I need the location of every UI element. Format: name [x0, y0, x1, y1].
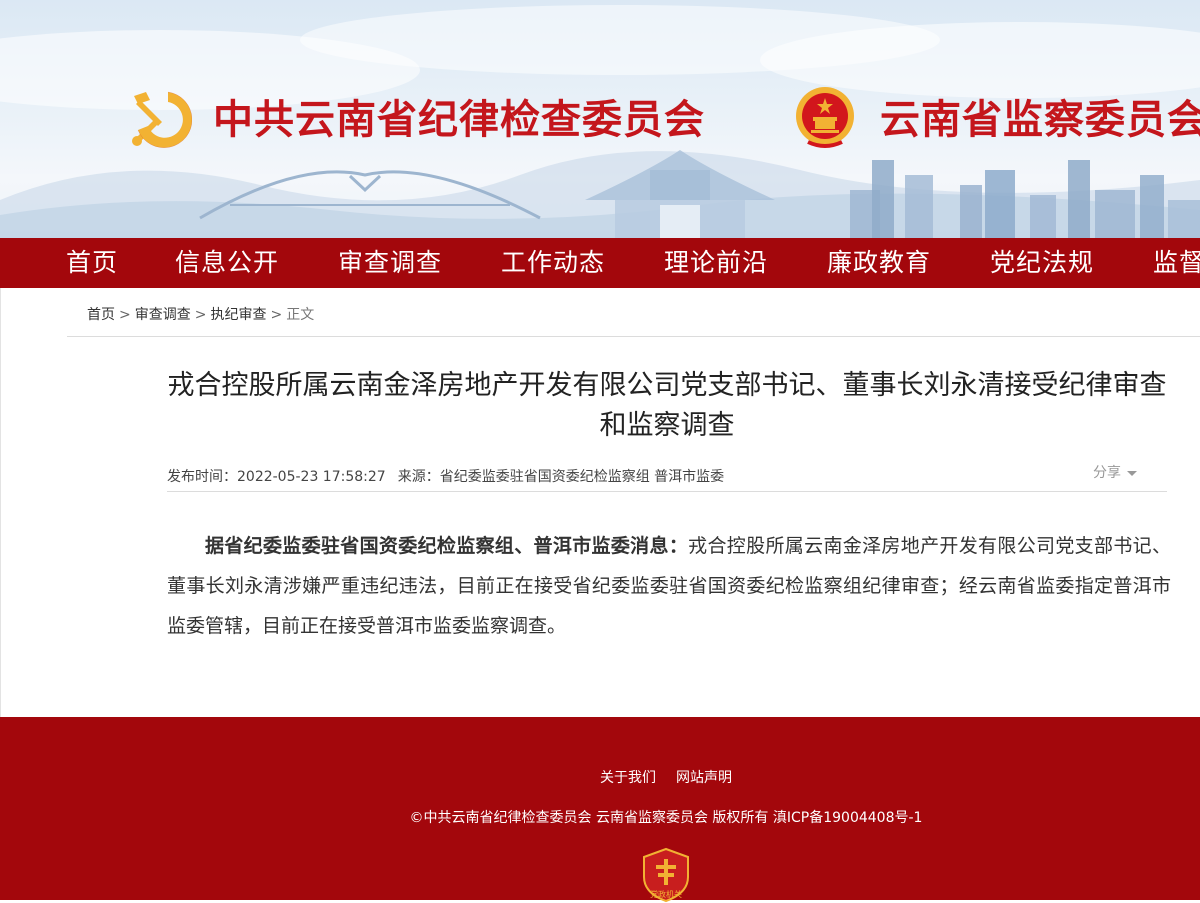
- breadcrumb-home[interactable]: 首页: [87, 307, 115, 323]
- nav-item-work-news[interactable]: 工作动态: [501, 238, 605, 288]
- breadcrumb: 首页 > 审查调查 > 执纪审查 > 正文: [87, 304, 314, 324]
- nav-item-theory[interactable]: 理论前沿: [664, 238, 768, 288]
- org-title-supervision: 云南省监察委员会: [880, 97, 1200, 143]
- breadcrumb-discipline[interactable]: 执纪审查: [210, 307, 266, 323]
- svg-text:党政机关: 党政机关: [650, 889, 682, 899]
- footer-links: 关于我们 网站声明: [0, 767, 1200, 787]
- nav-item-info[interactable]: 信息公开: [175, 238, 279, 288]
- share-label: 分享: [1093, 465, 1121, 481]
- copyright: ©中共云南省纪律检查委员会 云南省监察委员会 版权所有 滇ICP备1900440…: [409, 810, 923, 826]
- meta-divider: [167, 491, 1167, 492]
- breadcrumb-divider: [67, 336, 1200, 337]
- publish-time: 发布时间：2022-05-23 17:58:27: [167, 469, 386, 485]
- breadcrumb-separator: >: [119, 307, 131, 323]
- article-container: 首页 > 审查调查 > 执纪审查 > 正文 戎合控股所属云南金泽房地产开发有限公司党支部书记…: [0, 288, 1200, 717]
- footer: 关于我们 网站声明 ©中共云南省纪律检查委员会 云南省监察委员会 版权所有 滇IC…: [0, 717, 1200, 903]
- breadcrumb-review[interactable]: 审查调查: [135, 307, 191, 323]
- nav-item-supervision[interactable]: 监督: [1153, 238, 1200, 288]
- article-meta: 发布时间：2022-05-23 17:58:27 来源：省纪委监委驻省国资委纪检监…: [167, 466, 724, 486]
- article-body: 据省纪委监委驻省国资委纪检监察组、普洱市监委消息：戎合控股所属云南金泽房地产开发…: [167, 526, 1171, 646]
- nav-item-regulations[interactable]: 党纪法规: [990, 238, 1094, 288]
- breadcrumb-separator: >: [270, 307, 283, 323]
- footer-link-statement[interactable]: 网站声明: [676, 770, 732, 786]
- caret-down-icon: [1127, 470, 1137, 476]
- main-nav: 首页 信息公开 审查调查 工作动态 理论前沿 廉政教育 党纪法规 监督: [0, 238, 1200, 288]
- party-emblem-icon: [132, 91, 192, 148]
- breadcrumb-separator: >: [194, 307, 207, 323]
- nav-item-home[interactable]: 首页: [66, 238, 118, 288]
- national-emblem-icon: [796, 87, 854, 148]
- footer-link-about[interactable]: 关于我们: [600, 770, 656, 786]
- nav-item-review[interactable]: 审查调查: [338, 238, 442, 288]
- header-banner: 中共云南省纪律检查委员会 云南省监察委员会: [0, 0, 1200, 238]
- article-source: 来源：省纪委监委驻省国资委纪检监察组 普洱市监委: [397, 469, 725, 485]
- article-lead: 据省纪委监委驻省国资委纪检监察组、普洱市监委消息：: [205, 535, 689, 557]
- breadcrumb-current: 正文: [286, 307, 315, 323]
- org-title-cpc: 中共云南省纪律检查委员会: [213, 97, 705, 143]
- article-title: 戎合控股所属云南金泽房地产开发有限公司党支部书记、董事长刘永清接受纪律审查和监察…: [167, 370, 1167, 441]
- party-government-badge-icon[interactable]: 党政机关: [640, 847, 692, 903]
- share-button[interactable]: 分享: [1093, 462, 1137, 482]
- nav-item-education[interactable]: 廉政教育: [827, 238, 931, 288]
